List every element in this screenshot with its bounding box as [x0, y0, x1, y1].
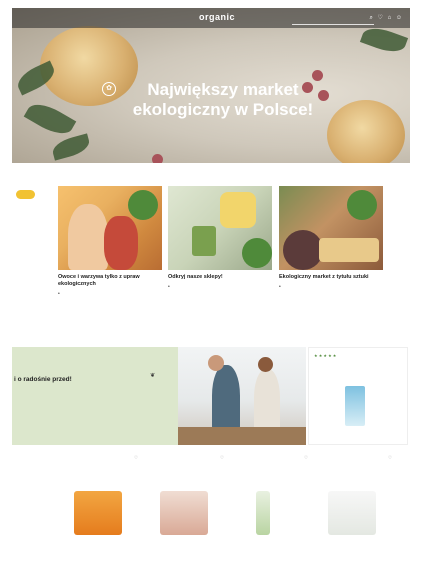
hero-banner[interactable]: organic ⌕ ♡ ⌂ ☺ ✿ Największy market ekol… — [12, 8, 410, 163]
promo-person-woman — [254, 369, 280, 433]
product-name — [314, 457, 392, 478]
feature-card[interactable]: Owoce i warzywa tylko z upraw ekologiczn… — [58, 186, 162, 297]
product-image — [160, 491, 208, 535]
card-image — [58, 186, 162, 270]
card-tomatoes — [104, 216, 138, 270]
hero-leaf — [50, 133, 92, 161]
cart-icon[interactable]: ⌂ — [388, 15, 392, 21]
product-card[interactable]: ♡ — [314, 455, 392, 558]
promo-title: i o radośnie przed! — [14, 376, 72, 383]
card-title: Ekologiczny market z tytułu sztuki — [279, 274, 369, 280]
card-image — [168, 186, 272, 270]
featured-product-image — [345, 386, 365, 426]
heart-icon[interactable]: ♡ — [134, 455, 138, 461]
header-icons: ⌕ ♡ ⌂ ☺ — [366, 14, 402, 22]
promo-panel[interactable] — [12, 347, 178, 445]
card-package — [192, 226, 216, 256]
product-card[interactable]: ♡ — [60, 455, 138, 558]
hero-cookie-image — [327, 100, 405, 163]
hero-leaf — [359, 23, 409, 57]
promo-person-man — [212, 365, 240, 433]
heart-icon[interactable]: ♡ — [304, 455, 308, 461]
card-badge — [347, 190, 377, 220]
card-title: Owoce i warzywa tylko z upraw ekologiczn… — [58, 274, 140, 287]
product-name — [60, 457, 138, 478]
card-person — [68, 204, 108, 270]
heart-icon[interactable]: ♡ — [378, 15, 383, 21]
card-figs — [283, 230, 323, 270]
product-card[interactable]: ♡ — [230, 455, 308, 558]
site-logo[interactable]: organic — [199, 12, 235, 22]
hero-leaf — [23, 97, 77, 141]
card-image — [279, 186, 383, 270]
card-bowl — [220, 192, 256, 228]
rating-stars: ★ ★ ★ ★ ★ — [314, 353, 337, 358]
card-more-icon[interactable]: • — [58, 291, 162, 297]
section-chip[interactable] — [16, 190, 35, 199]
search-input[interactable] — [292, 18, 374, 25]
feature-card[interactable]: Ekologiczny market z tytułu sztuki • — [279, 186, 383, 290]
product-name — [230, 457, 308, 478]
product-image — [74, 491, 122, 535]
card-title: Odkryj nasze sklepy! — [168, 274, 223, 280]
featured-product-card[interactable]: ★ ★ ★ ★ ★ — [308, 347, 408, 445]
product-image — [328, 491, 376, 535]
card-cheese — [319, 238, 379, 262]
product-image — [256, 491, 270, 535]
promo-kitchen-table — [178, 427, 306, 445]
product-name — [146, 457, 224, 478]
user-icon[interactable]: ☺ — [396, 15, 402, 21]
heart-icon[interactable]: ♡ — [220, 455, 224, 461]
promo-person-head — [208, 355, 224, 371]
hero-title: Największy market ekologiczny w Polsce! — [132, 80, 314, 119]
hero-berry — [152, 154, 163, 163]
promo-person-head — [258, 357, 273, 372]
card-badge — [242, 238, 272, 268]
promo-kitchen-image — [178, 347, 306, 445]
heart-icon[interactable]: ♡ — [388, 455, 392, 461]
product-card[interactable]: ♡ — [146, 455, 224, 558]
card-more-icon[interactable]: • — [168, 284, 272, 290]
card-more-icon[interactable]: • — [279, 284, 383, 290]
feature-card[interactable]: Odkryj nasze sklepy! • — [168, 186, 272, 290]
search-icon[interactable]: ⌕ — [369, 15, 372, 21]
leaf-icon: ❦ — [150, 373, 156, 379]
card-badge — [128, 190, 158, 220]
